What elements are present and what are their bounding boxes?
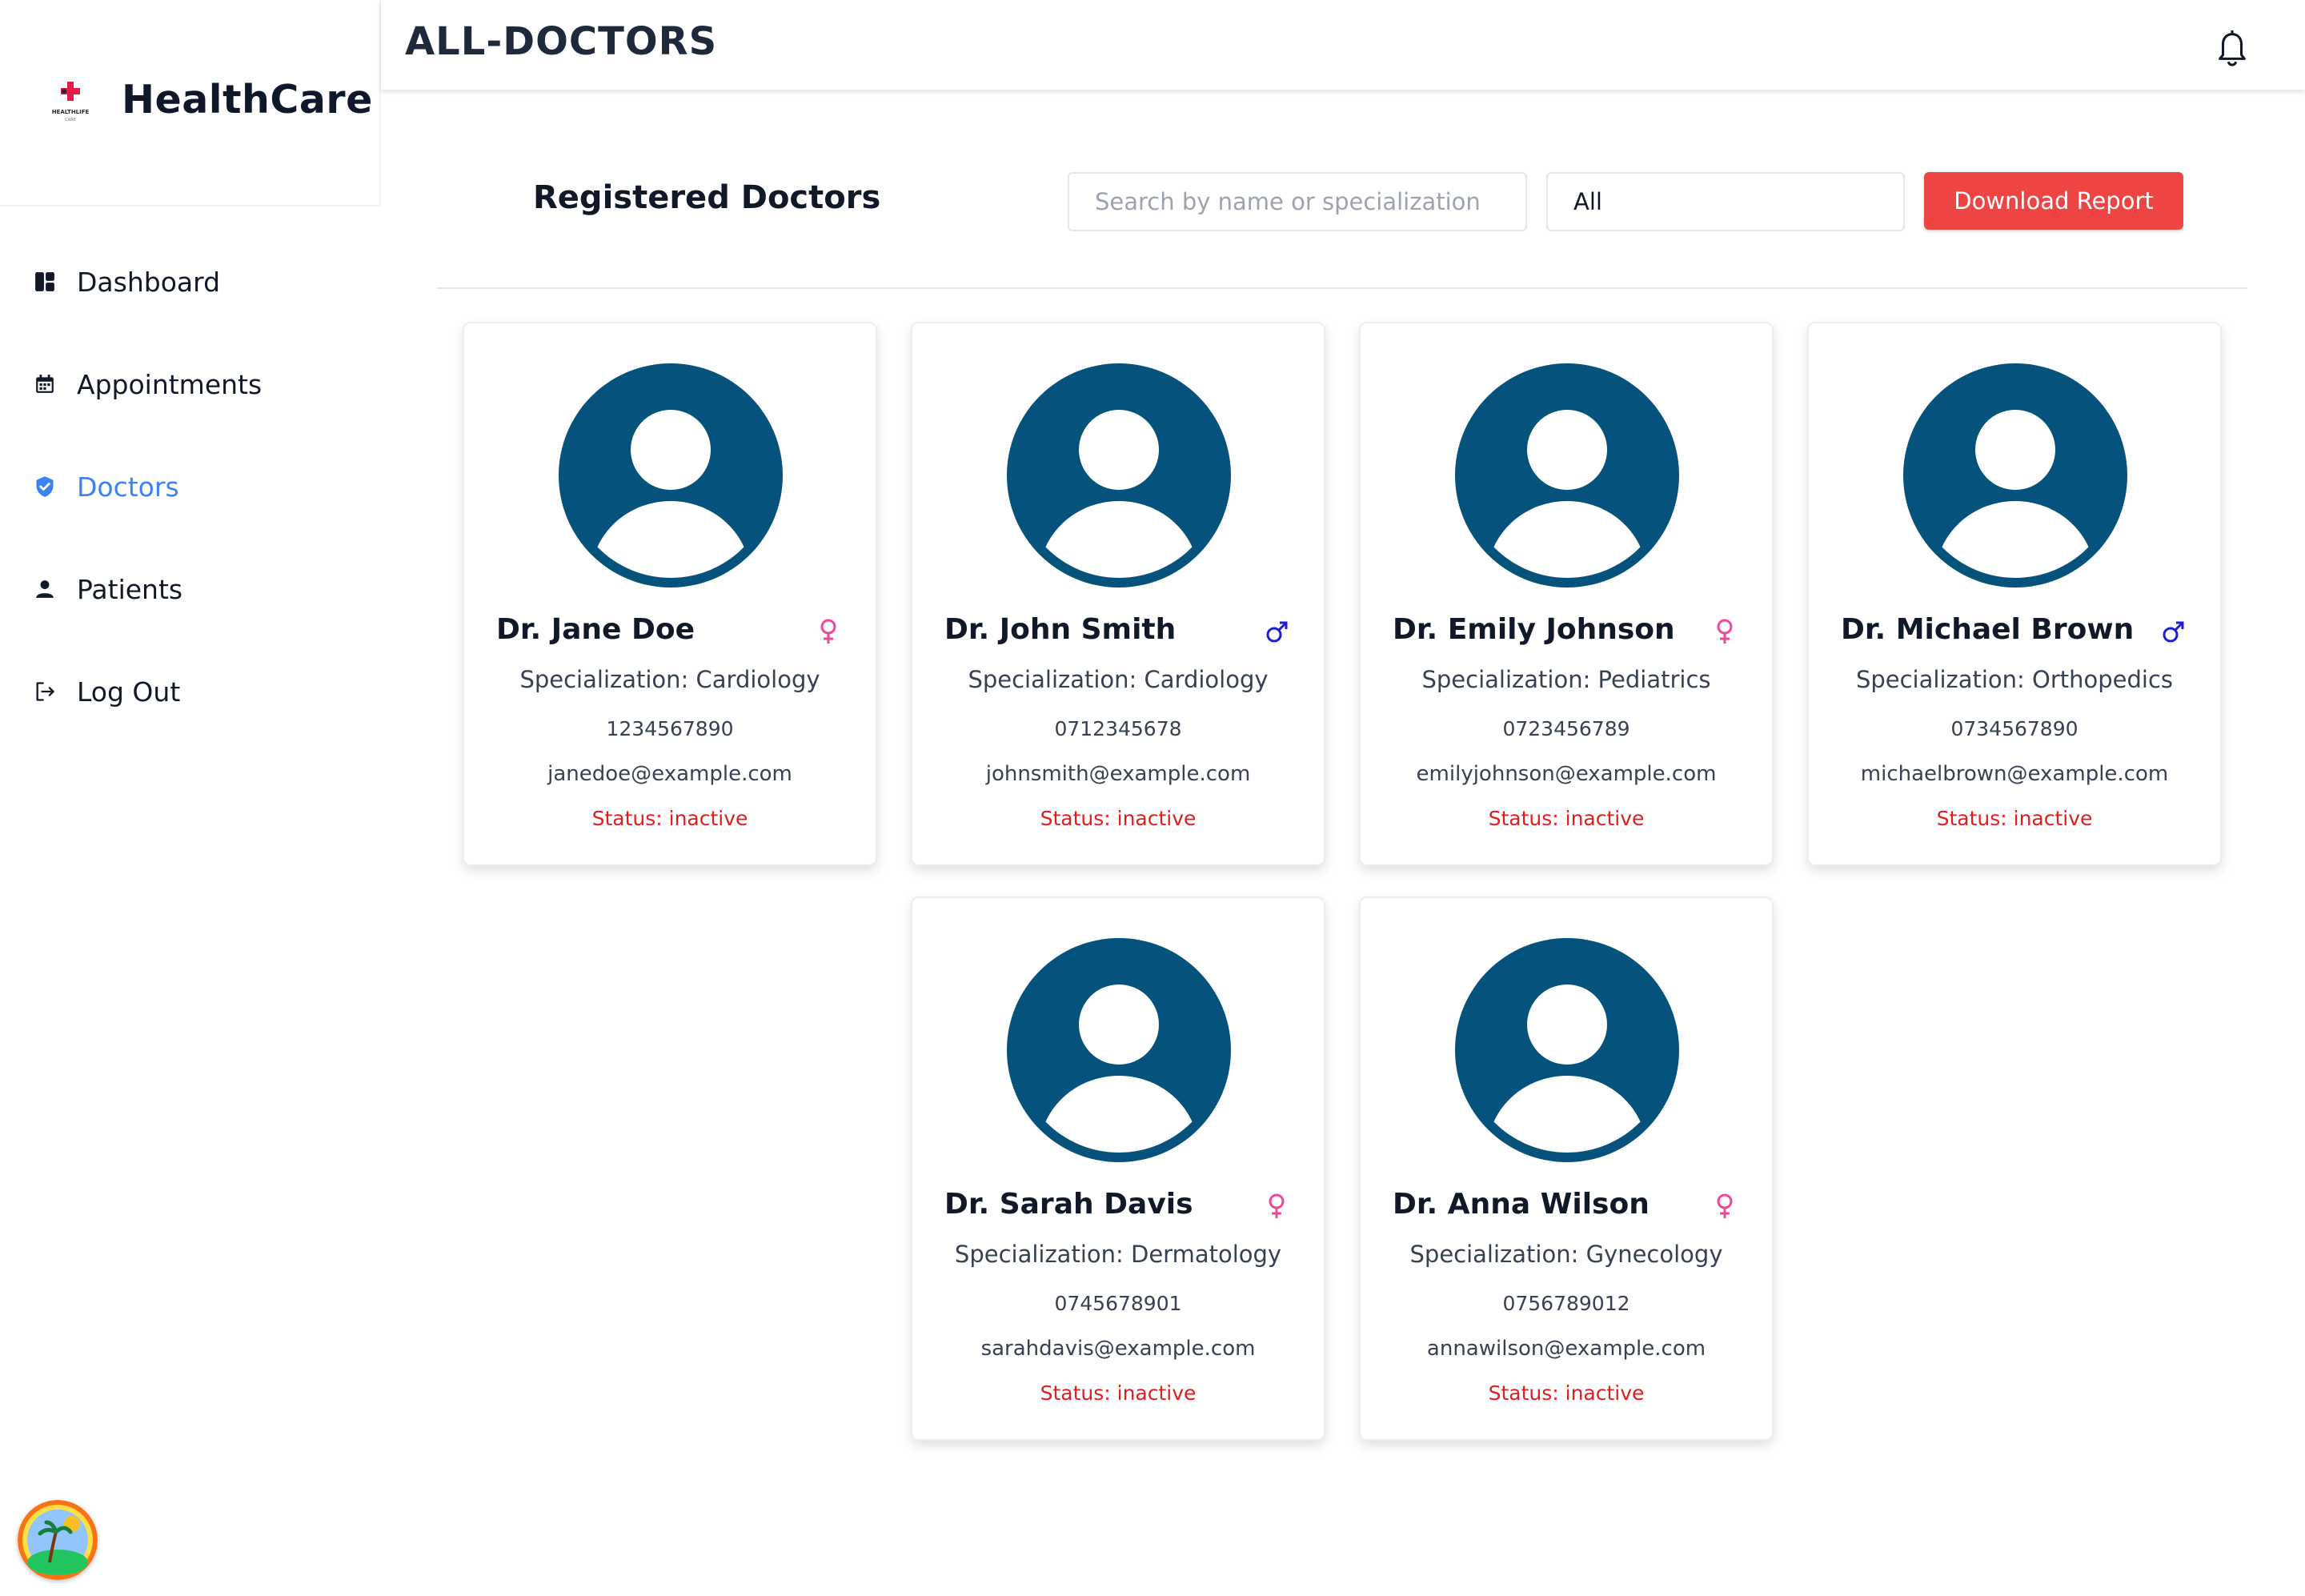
doctor-email: janedoe@example.com <box>547 762 792 786</box>
specialization-filter-select[interactable]: All <box>1546 172 1905 231</box>
doctor-phone: 0745678901 <box>1054 1292 1182 1315</box>
doctor-name: Dr. Anna Wilson <box>1393 1188 1650 1221</box>
divider <box>437 287 2247 289</box>
male-icon <box>1265 618 1289 645</box>
doctor-status: Status: inactive <box>1040 807 1197 830</box>
doctor-phone: 1234567890 <box>606 717 734 740</box>
doctor-avatar-icon <box>1007 938 1231 1162</box>
brand-header: HEALTHLIFE CARE HealthCare <box>0 0 381 207</box>
sidebar-item-logout[interactable]: Log Out <box>32 668 180 716</box>
doctor-avatar-icon <box>1455 363 1679 587</box>
female-icon <box>816 618 840 645</box>
doctor-name: Dr. Michael Brown <box>1841 613 2135 646</box>
doctor-status: Status: inactive <box>1488 1381 1645 1405</box>
sidebar-item-patients[interactable]: Patients <box>32 565 182 613</box>
doctor-email: michaelbrown@example.com <box>1860 762 2169 786</box>
doctor-specialization: Specialization: Pediatrics <box>1421 666 1711 693</box>
download-report-button[interactable]: Download Report <box>1924 172 2183 230</box>
doctor-avatar-icon <box>1455 938 1679 1162</box>
user-avatar[interactable] <box>18 1500 98 1580</box>
calendar-icon <box>32 371 58 397</box>
page-title: ALL-DOCTORS <box>405 19 718 64</box>
female-icon <box>1713 618 1737 645</box>
doctor-status: Status: inactive <box>591 807 748 830</box>
logo-text: HEALTHLIFE <box>52 109 90 115</box>
doctor-specialization: Specialization: Gynecology <box>1409 1241 1723 1268</box>
doctor-avatar-icon <box>559 363 783 587</box>
doctor-name: Dr. Sarah Davis <box>944 1188 1193 1221</box>
logout-icon <box>32 679 58 704</box>
shield-check-icon <box>32 474 58 499</box>
male-icon <box>2161 618 2185 645</box>
section-title: Registered Doctors <box>533 179 881 216</box>
female-icon <box>1265 1193 1289 1220</box>
healthlife-logo[interactable]: HEALTHLIFE CARE <box>45 80 96 123</box>
doctor-phone: 0712345678 <box>1054 717 1182 740</box>
bell-icon[interactable] <box>2214 27 2251 67</box>
search-input[interactable] <box>1068 172 1527 231</box>
sidebar-item-label: Doctors <box>77 471 179 503</box>
logo-subtext: CARE <box>65 118 76 122</box>
doctor-avatar-icon <box>1903 363 2127 587</box>
sidebar-item-label: Patients <box>77 573 183 605</box>
sidebar-item-appointments[interactable]: Appointments <box>32 360 262 408</box>
doctor-phone: 0723456789 <box>1502 717 1630 740</box>
dashboard-icon <box>32 269 58 295</box>
doctor-name: Dr. Emily Johnson <box>1393 613 1675 646</box>
top-header: ALL-DOCTORS <box>381 0 2305 90</box>
doctor-status: Status: inactive <box>1040 1381 1197 1405</box>
doctor-phone: 0756789012 <box>1502 1292 1630 1315</box>
doctor-specialization: Specialization: Cardiology <box>519 666 820 693</box>
sidebar: HEALTHLIFE CARE HealthCare Dashboard App… <box>0 0 381 1596</box>
doctor-status: Status: inactive <box>1488 807 1645 830</box>
sidebar-item-doctors[interactable]: Doctors <box>32 463 179 511</box>
doctor-avatar-icon <box>1007 363 1231 587</box>
sidebar-item-dashboard[interactable]: Dashboard <box>32 258 220 306</box>
doctor-specialization: Specialization: Dermatology <box>954 1241 1282 1268</box>
doctor-card[interactable]: Dr. Sarah Davis Specialization: Dermatol… <box>911 896 1325 1441</box>
doctor-card[interactable]: Dr. Jane Doe Specialization: Cardiology … <box>463 322 877 866</box>
doctor-card[interactable]: Dr. John Smith Specialization: Cardiolog… <box>911 322 1325 866</box>
doctor-card[interactable]: Dr. Emily Johnson Specialization: Pediat… <box>1359 322 1774 866</box>
doctor-email: johnsmith@example.com <box>985 762 1251 786</box>
sidebar-item-label: Log Out <box>77 676 181 708</box>
sidebar-item-label: Dashboard <box>77 266 221 298</box>
doctor-name: Dr. Jane Doe <box>496 613 696 646</box>
doctor-card[interactable]: Dr. Michael Brown Specialization: Orthop… <box>1807 322 2222 866</box>
doctor-phone: 0734567890 <box>1950 717 2079 740</box>
doctor-email: annawilson@example.com <box>1426 1337 1706 1361</box>
app-name: HealthCare <box>122 77 373 122</box>
sidebar-item-label: Appointments <box>77 368 263 400</box>
doctor-card[interactable]: Dr. Anna Wilson Specialization: Gynecolo… <box>1359 896 1774 1441</box>
female-icon <box>1713 1193 1737 1220</box>
doctor-email: emilyjohnson@example.com <box>1416 762 1717 786</box>
doctor-status: Status: inactive <box>1936 807 2093 830</box>
person-icon <box>32 576 58 602</box>
doctor-email: sarahdavis@example.com <box>980 1337 1256 1361</box>
doctor-specialization: Specialization: Cardiology <box>968 666 1269 693</box>
doctor-specialization: Specialization: Orthopedics <box>1855 666 2174 693</box>
doctor-name: Dr. John Smith <box>944 613 1177 646</box>
filter-selected-value: All <box>1573 188 1602 215</box>
